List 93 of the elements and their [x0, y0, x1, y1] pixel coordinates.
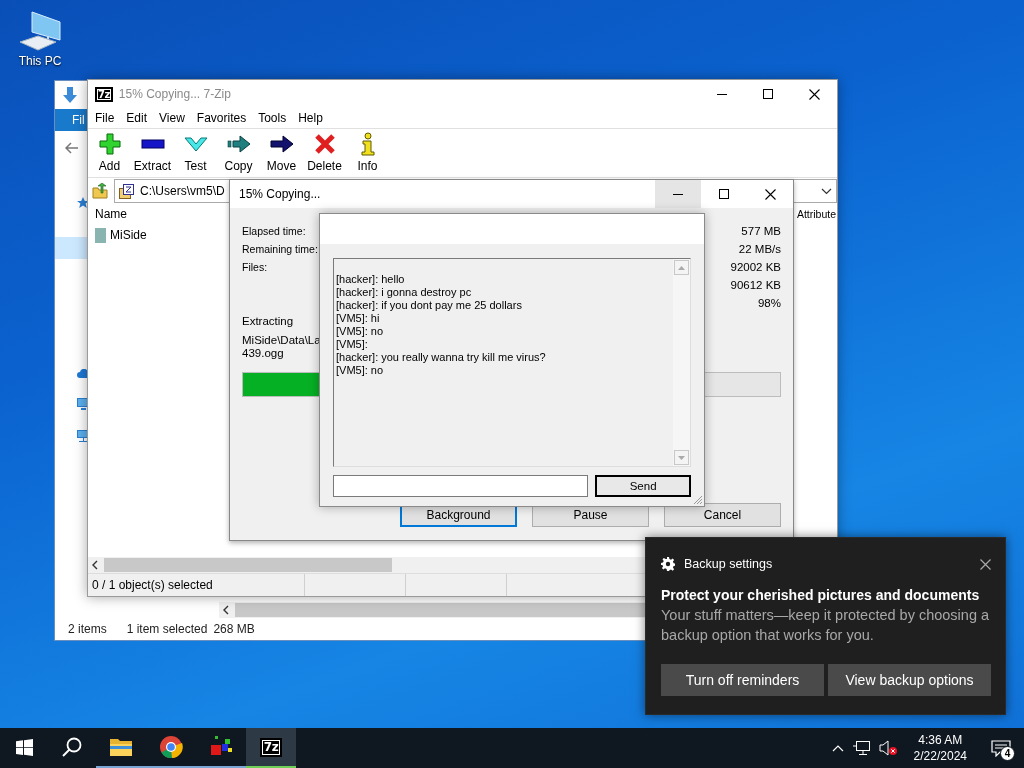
toolbar-button[interactable]: Add [88, 129, 131, 177]
check-icon [183, 136, 208, 152]
archiver-logo: 7z [95, 86, 113, 102]
minus-icon [140, 139, 165, 149]
toolbar-button[interactable]: Info [346, 129, 389, 177]
chat-message: [VM5]: [336, 338, 368, 350]
download-arrow-icon [63, 87, 77, 103]
minimize-icon [673, 193, 683, 195]
close-icon [808, 88, 820, 100]
stat-value: 22 MB/s [738, 243, 781, 255]
arrow-icon [269, 135, 294, 153]
file-path: 439.ogg [242, 347, 284, 359]
star-icon [77, 197, 89, 209]
scrollbar-thumb[interactable] [104, 558, 392, 572]
archive-file-icon [119, 183, 134, 199]
toolbar-button[interactable]: Copy [217, 129, 260, 177]
triangle-down-icon [678, 455, 685, 460]
status-text: 1 item selected [126, 622, 208, 636]
stat-value: 98% [757, 297, 781, 309]
close-icon[interactable] [980, 558, 991, 570]
maximize-icon [763, 89, 773, 99]
close-icon [764, 188, 776, 200]
chevron-down-icon[interactable] [821, 187, 832, 195]
taskbar-button[interactable]: 7z [246, 728, 296, 768]
cross-icon [313, 133, 336, 155]
notification-button[interactable]: Turn off reminders [661, 664, 824, 696]
windows-logo-icon [15, 738, 33, 756]
toolbar-button[interactable]: Extract [131, 129, 174, 177]
message-input[interactable] [333, 475, 589, 497]
stat-label: Elapsed time: [242, 225, 306, 237]
minimize-icon [717, 93, 727, 95]
chat-message: [VM5]: no [336, 364, 384, 376]
status-text: 268 MB [213, 622, 255, 636]
status-text: 2 items [68, 622, 107, 636]
network-icon[interactable] [852, 740, 870, 756]
browser-icon [159, 735, 183, 759]
plus-icon [97, 132, 122, 156]
folder-icon [109, 737, 133, 757]
chat-message: [hacker]: i gonna destroy pc [336, 286, 472, 298]
triangle-up-icon [678, 265, 685, 270]
dialog-button[interactable]: Cancel [664, 503, 781, 527]
dialog-title: 15% Copying... [238, 187, 322, 201]
toolbar-button[interactable]: Test [174, 129, 217, 177]
menu-item[interactable]: Tools [252, 111, 293, 125]
chat-message: [hacker]: hello [336, 273, 405, 285]
settings-icon [661, 557, 675, 571]
file-path: MiSide\Data\La [242, 334, 321, 346]
notification-body: Your stuff matters—keep it protected by choosing a backup option that works for you. [661, 606, 991, 645]
stat-value: 577 MB [741, 225, 781, 237]
column-header[interactable]: Name [95, 207, 127, 221]
operation-label: Extracting [242, 315, 294, 327]
menu-item[interactable]: Favorites [190, 111, 253, 125]
archiver-logo: 7z [259, 737, 283, 757]
chat-message: [hacker]: if you dont pay me 25 dollars [336, 299, 522, 311]
desktop-icon-label[interactable]: This PC [18, 54, 62, 68]
search-icon [62, 737, 82, 757]
menu-item[interactable]: Edit [120, 111, 154, 125]
chat-message: [hacker]: you really wanna try kill me virus? [336, 351, 546, 363]
stat-label: Files: [242, 261, 268, 273]
file-tab[interactable]: Fil [55, 109, 88, 131]
action-center-button[interactable]: 4 [984, 728, 1018, 768]
chevron-up-icon[interactable] [831, 744, 844, 752]
clock-date[interactable]: 2/22/2024 [913, 748, 967, 764]
column-header[interactable]: Attribute [796, 208, 836, 220]
notification-app: Backup settings [684, 557, 774, 571]
toolbar-button[interactable]: Delete [303, 129, 346, 177]
back-arrow-icon[interactable] [65, 142, 79, 154]
send-button[interactable]: Send [595, 475, 691, 497]
message-icon [991, 739, 1011, 757]
clock-time[interactable]: 4:36 AM [918, 732, 963, 748]
toolbar-button[interactable]: Move [260, 129, 303, 177]
folder-icon [95, 227, 106, 243]
chat-message: [VM5]: hi [336, 312, 380, 324]
arrow-icon [226, 135, 251, 153]
notification-count: 4 [1000, 746, 1015, 761]
chat-message: [VM5]: no [336, 325, 384, 337]
info-icon [360, 132, 375, 156]
menu-item[interactable]: File [89, 111, 121, 125]
menu-item[interactable]: Help [292, 111, 329, 125]
resize-grip-icon[interactable] [692, 494, 703, 505]
status-text: 0 / 1 object(s) selected [91, 578, 214, 592]
maximize-icon [719, 189, 729, 199]
stat-value: 92002 KB [730, 261, 781, 273]
notification-button[interactable]: View backup options [828, 664, 991, 696]
stat-label: Remaining time: [242, 243, 318, 255]
stat-value: 90612 KB [730, 279, 781, 291]
menu-item[interactable]: View [153, 111, 191, 125]
computer-icon [18, 10, 62, 52]
muted-speaker-icon[interactable] [878, 740, 897, 756]
file-name[interactable]: MiSide [110, 228, 147, 242]
notification-title: Protect your cherished pictures and documents [661, 586, 981, 604]
window-title: 15% Copying... 7-Zip [118, 87, 232, 101]
folder-up-icon[interactable] [92, 183, 108, 199]
